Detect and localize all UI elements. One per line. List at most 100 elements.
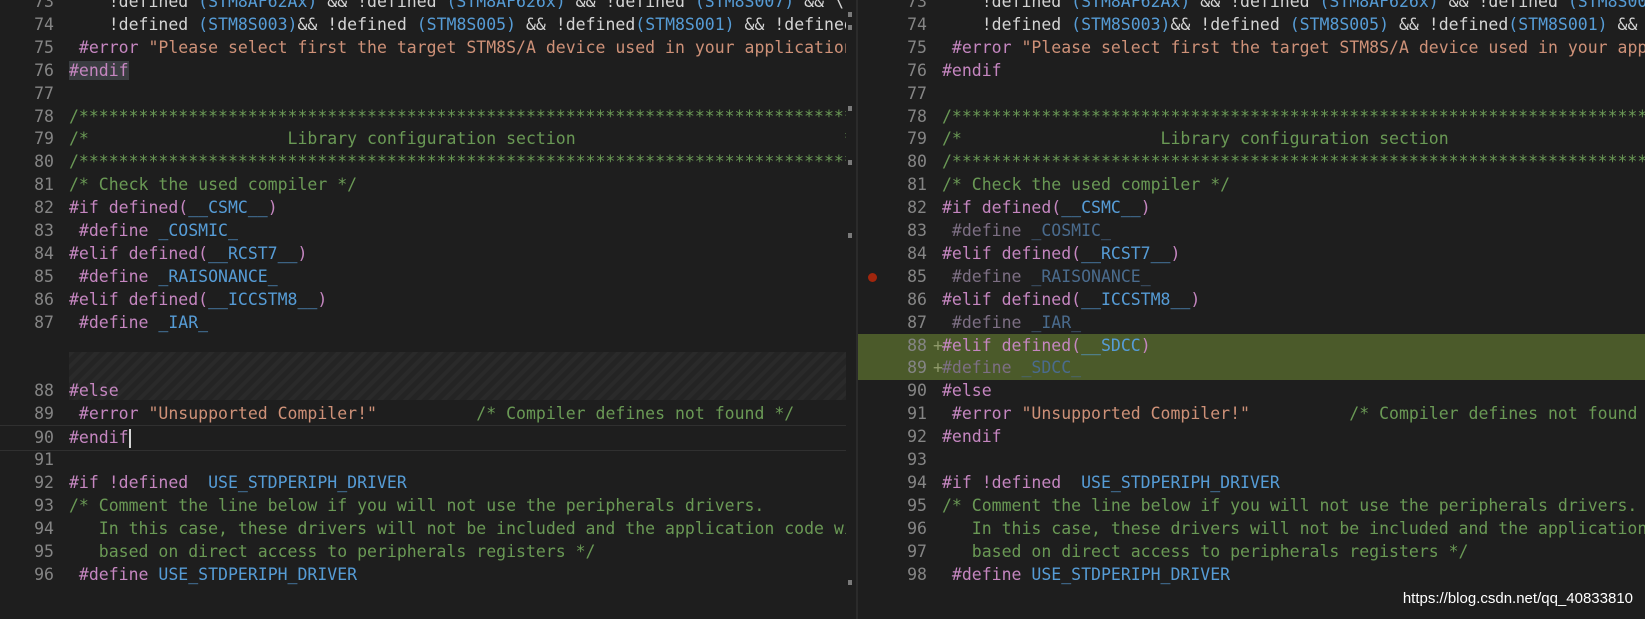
- left-code-line[interactable]: 76 #endif: [0, 59, 856, 83]
- code-token: _SDCC_: [1011, 358, 1082, 378]
- code-text: #error "Unsupported Compiler!" /* Compil…: [69, 402, 794, 426]
- code-text: #endif: [69, 426, 131, 450]
- code-token: #define: [942, 312, 1022, 332]
- right-code-line[interactable]: 79 /* Library configuration section: [858, 127, 1645, 151]
- left-code-line[interactable]: 83 #define _COSMIC_: [0, 219, 856, 243]
- left-code-line[interactable]: 73 !defined (STM8AF62Ax) && !defined (ST…: [0, 0, 856, 14]
- line-number: 86: [907, 289, 927, 309]
- overview-ruler[interactable]: [846, 0, 856, 619]
- code-text: /* Check the used compiler */: [69, 173, 357, 197]
- code-token: ): [1140, 198, 1151, 218]
- code-text: #elif defined(__SDCC): [942, 334, 1151, 358]
- code-token: && \: [794, 0, 844, 11]
- left-code-line[interactable]: 78 /*************************************…: [0, 105, 856, 129]
- right-code-line[interactable]: 73 !defined (STM8AF62Ax) && !defined (ST…: [858, 0, 1645, 14]
- right-code-line[interactable]: 89 + #define _SDCC_: [858, 356, 1645, 381]
- right-code-line[interactable]: 83 #define _COSMIC_: [858, 219, 1645, 243]
- right-code-line[interactable]: 98 #define USE_STDPERIPH_DRIVER: [858, 563, 1645, 587]
- line-number: 83: [34, 221, 54, 240]
- code-token: #elif defined(: [69, 243, 209, 263]
- right-code-line[interactable]: 90 #else: [858, 379, 1645, 403]
- left-code-line[interactable]: 85 #define _RAISONANCE_: [0, 265, 856, 289]
- code-text: /* Comment the line below if you will no…: [942, 494, 1637, 518]
- code-token: _COSMIC_: [1021, 221, 1111, 240]
- right-code-line[interactable]: 86 #elif defined(__ICCSTM8__): [858, 288, 1645, 312]
- right-code-line[interactable]: 95 /* Comment the line below if you will …: [858, 494, 1645, 518]
- line-number: 78: [907, 106, 927, 126]
- left-code-line[interactable]: 84 #elif defined(__RCST7__): [0, 242, 856, 266]
- code-token: /* Comment the line below if you will no…: [69, 495, 765, 515]
- code-text: #define _COSMIC_: [942, 219, 1111, 243]
- diff-left-pane[interactable]: 73 !defined (STM8AF62Ax) && !defined (ST…: [0, 0, 856, 619]
- line-number: 94: [907, 472, 927, 492]
- left-code-line[interactable]: 82 #if defined(__CSMC__): [0, 196, 856, 220]
- code-text: !defined (STM8AF62Ax) && !defined (STM8A…: [942, 0, 1645, 14]
- code-token: based on direct access to peripherals re…: [69, 541, 596, 561]
- left-code-line[interactable]: 95 based on direct access to peripherals…: [0, 540, 856, 564]
- right-code-line[interactable]: 82 #if defined(__CSMC__): [858, 196, 1645, 220]
- left-code-line[interactable]: 75 #error "Please select first the targe…: [0, 36, 856, 60]
- right-code-line[interactable]: 93: [858, 448, 1645, 472]
- left-code-line[interactable]: 94 In this case, these drivers will not …: [0, 517, 856, 541]
- code-token: _COSMIC_: [148, 221, 238, 240]
- overview-ruler-mark: [848, 233, 852, 238]
- right-code-line[interactable]: 78 /*************************************…: [858, 105, 1645, 129]
- line-number: 96: [34, 564, 54, 584]
- right-code-line[interactable]: 97 based on direct access to peripherals…: [858, 540, 1645, 564]
- code-token: #define: [69, 312, 149, 332]
- code-token: __CSMC__: [1061, 198, 1141, 218]
- code-token: ): [317, 289, 328, 309]
- code-text: #if defined(__CSMC__): [69, 196, 278, 220]
- code-token: USE_STDPERIPH_DRIVER: [1021, 564, 1231, 584]
- left-code-line[interactable]: 81 /* Check the used compiler */: [0, 173, 856, 197]
- code-token: "Unsupported Compiler!": [1011, 404, 1250, 424]
- code-token: #error: [942, 404, 1012, 424]
- right-code-line[interactable]: 80 /*************************************…: [858, 150, 1645, 174]
- left-code-line[interactable]: 92 #if !defined USE_STDPERIPH_DRIVER: [0, 471, 856, 495]
- code-text: based on direct access to peripherals re…: [69, 540, 596, 564]
- code-text: /***************************************…: [69, 105, 856, 129]
- code-token: && !defined: [317, 0, 447, 11]
- code-text: #define _IAR_: [942, 311, 1081, 335]
- line-number: 75: [34, 37, 54, 57]
- code-token: ): [297, 243, 308, 263]
- left-code-line[interactable]: 77: [0, 82, 856, 106]
- right-code-line[interactable]: 81 /* Check the used compiler */: [858, 173, 1645, 197]
- code-text: #elif defined(__ICCSTM8__): [69, 288, 327, 312]
- right-code-line[interactable]: 92 #endif: [858, 425, 1645, 449]
- code-token: && !defined: [516, 14, 636, 34]
- right-code-line[interactable]: 74 !defined (STM8S003)&& !defined (STM8S…: [858, 13, 1645, 37]
- code-text: #else: [942, 379, 992, 403]
- right-code-line[interactable]: 76 #endif: [858, 59, 1645, 83]
- code-token: !defined: [69, 14, 199, 34]
- line-number: 96: [907, 518, 927, 538]
- right-code-line[interactable]: 96 In this case, these drivers will not …: [858, 517, 1645, 541]
- right-code-line[interactable]: 88 + #elif defined(__SDCC): [858, 333, 1645, 358]
- right-code-line[interactable]: 91 #error "Unsupported Compiler!" /* Com…: [858, 402, 1645, 426]
- code-token: #error: [69, 37, 139, 57]
- left-code-line[interactable]: 74 !defined (STM8S003)&& !defined (STM8S…: [0, 13, 856, 37]
- watermark-url: https://blog.csdn.net/qq_40833810: [1402, 590, 1633, 607]
- code-token: /* Check the used compiler */: [942, 175, 1231, 195]
- line-number: 91: [907, 404, 927, 424]
- left-code-line[interactable]: 86 #elif defined(__ICCSTM8__): [0, 288, 856, 312]
- left-code-line[interactable]: 93 /* Comment the line below if you will …: [0, 494, 856, 518]
- left-code-line[interactable]: 96 #define USE_STDPERIPH_DRIVER: [0, 563, 856, 587]
- left-code-line[interactable]: 88 #else: [0, 379, 856, 403]
- right-code-line[interactable]: 84 #elif defined(__RCST7__): [858, 242, 1645, 266]
- right-code-line[interactable]: 75 #error "Please select first the targe…: [858, 36, 1645, 60]
- left-code-line[interactable]: 87 #define _IAR_: [0, 311, 856, 335]
- left-code-line[interactable]: 80 /*************************************…: [0, 150, 856, 174]
- diff-right-pane[interactable]: 73 !defined (STM8AF62Ax) && !defined (ST…: [858, 0, 1645, 619]
- right-code-line[interactable]: 94 #if !defined USE_STDPERIPH_DRIVER: [858, 471, 1645, 495]
- left-code-line[interactable]: 79 /* Library configuration section */: [0, 127, 856, 151]
- line-number: 80: [34, 152, 54, 172]
- left-code-line[interactable]: 91: [0, 448, 856, 472]
- line-number: 90: [907, 381, 927, 401]
- code-token: _RAISONANCE_: [1021, 266, 1151, 286]
- right-code-line[interactable]: 77: [858, 82, 1645, 106]
- code-text: #error "Unsupported Compiler!" /* Compil…: [942, 402, 1637, 426]
- right-code-line[interactable]: 87 #define _IAR_: [858, 311, 1645, 335]
- left-code-line[interactable]: 89 #error "Unsupported Compiler!" /* Com…: [0, 402, 856, 426]
- right-code-line[interactable]: 85 #define _RAISONANCE_: [858, 265, 1645, 289]
